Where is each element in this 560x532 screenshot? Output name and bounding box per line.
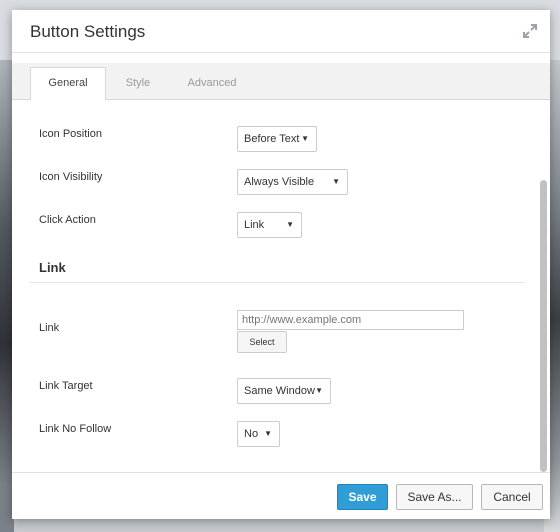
link-target-value: Same Window bbox=[244, 385, 315, 397]
button-settings-dialog: Button Settings General Style Advanced I… bbox=[12, 10, 550, 519]
caret-down-icon: ▼ bbox=[264, 429, 272, 438]
caret-down-icon: ▼ bbox=[286, 220, 294, 229]
caret-down-icon: ▼ bbox=[332, 177, 340, 186]
icon-position-value: Before Text bbox=[244, 133, 300, 145]
tab-style[interactable]: Style bbox=[112, 68, 164, 99]
link-no-follow-select[interactable]: No ▼ bbox=[237, 421, 280, 447]
tab-general[interactable]: General bbox=[30, 67, 106, 101]
link-label: Link bbox=[39, 322, 60, 334]
settings-content: Icon Position Before Text ▼ Icon Visibil… bbox=[12, 100, 550, 472]
click-action-value: Link bbox=[244, 219, 265, 231]
section-divider bbox=[30, 282, 525, 283]
icon-position-select[interactable]: Before Text ▼ bbox=[237, 126, 317, 152]
link-no-follow-label: Link No Follow bbox=[39, 423, 112, 435]
link-target-select[interactable]: Same Window ▼ bbox=[237, 378, 331, 404]
cancel-button[interactable]: Cancel bbox=[481, 484, 543, 510]
caret-down-icon: ▼ bbox=[301, 134, 309, 143]
vertical-scrollbar[interactable] bbox=[540, 180, 547, 472]
tab-advanced[interactable]: Advanced bbox=[178, 68, 246, 99]
icon-visibility-select[interactable]: Always Visible ▼ bbox=[237, 169, 348, 195]
icon-visibility-label: Icon Visibility bbox=[39, 171, 103, 183]
link-url-input[interactable] bbox=[237, 310, 464, 330]
icon-visibility-value: Always Visible bbox=[244, 176, 315, 188]
link-section-title: Link bbox=[39, 260, 66, 275]
dialog-title: Button Settings bbox=[30, 22, 146, 41]
link-no-follow-value: No bbox=[244, 428, 259, 440]
expand-icon[interactable] bbox=[522, 23, 538, 39]
tab-bar: General Style Advanced bbox=[12, 63, 550, 101]
dialog-footer: Save Save As... Cancel bbox=[12, 472, 550, 519]
save-button[interactable]: Save bbox=[337, 484, 388, 510]
icon-position-label: Icon Position bbox=[39, 128, 102, 140]
caret-down-icon: ▼ bbox=[315, 386, 323, 395]
link-select-button[interactable]: Select bbox=[237, 331, 287, 353]
dialog-titlebar: Button Settings bbox=[12, 10, 550, 53]
click-action-label: Click Action bbox=[39, 214, 96, 226]
click-action-select[interactable]: Link ▼ bbox=[237, 212, 302, 238]
save-as-button[interactable]: Save As... bbox=[396, 484, 473, 510]
link-target-label: Link Target bbox=[39, 380, 93, 392]
